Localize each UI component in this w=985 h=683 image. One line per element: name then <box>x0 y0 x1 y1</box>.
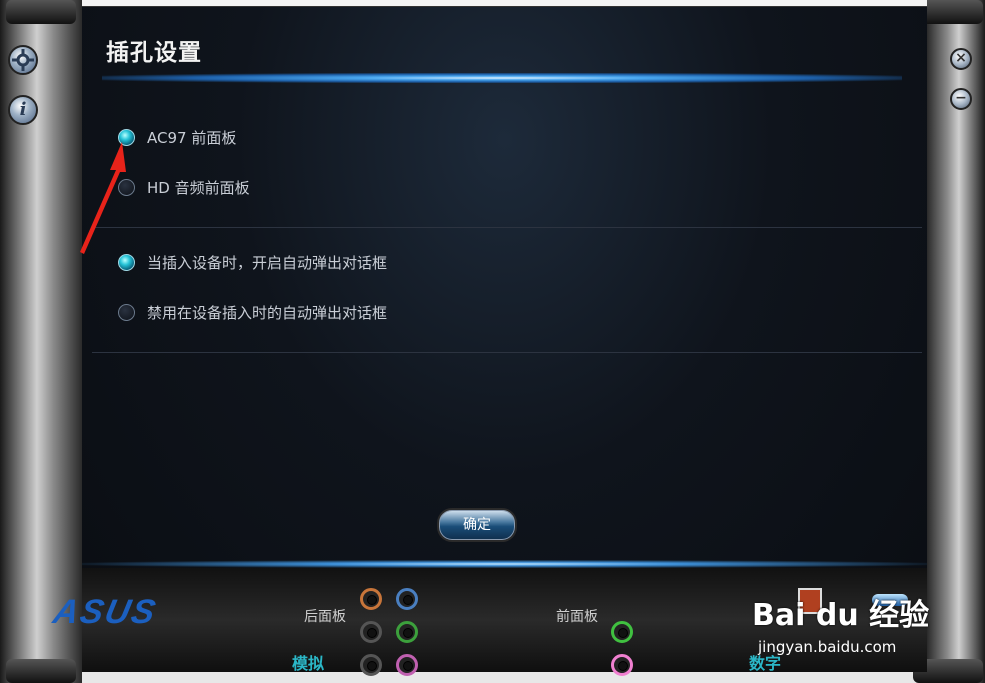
radio-label-hd-audio: HD 音频前面板 <box>147 179 250 197</box>
jack-front-pink[interactable] <box>611 654 633 676</box>
baidu-watermark: Bai du 经验 <box>752 598 930 633</box>
radio-ac97-front-panel[interactable]: AC97 前面板 <box>118 127 236 148</box>
red-arrow-annotation <box>80 142 126 254</box>
jack-rear-green[interactable] <box>396 621 418 643</box>
jack-rear-blue[interactable] <box>396 588 418 610</box>
frame-cap-bottom-left <box>6 659 76 683</box>
jack-rear-gray[interactable] <box>360 654 382 676</box>
ok-button[interactable]: 确定 <box>437 508 517 542</box>
analog-tab[interactable]: 模拟 <box>292 650 324 674</box>
rear-panel-label: 后面板 <box>304 609 346 625</box>
close-icon: × <box>955 50 967 66</box>
jack-rear-orange[interactable] <box>360 588 382 610</box>
settings-button[interactable] <box>8 45 38 75</box>
main-panel: 插孔设置 AC97 前面板 HD 音频前面板 当插入设备时，开启自动弹出对话框 … <box>50 6 927 676</box>
info-button[interactable]: i <box>8 95 38 125</box>
radio-enable-auto-popup[interactable]: 当插入设备时，开启自动弹出对话框 <box>118 252 387 273</box>
radio-hd-audio-front-panel[interactable]: HD 音频前面板 <box>118 177 250 198</box>
radio-indicator-unchecked[interactable] <box>118 304 135 321</box>
radio-label-enable-popup: 当插入设备时，开启自动弹出对话框 <box>147 254 388 272</box>
gear-icon <box>12 49 34 71</box>
minimize-icon: − <box>955 90 967 106</box>
jack-front-green[interactable] <box>611 621 633 643</box>
radio-label-ac97: AC97 前面板 <box>147 129 237 147</box>
front-panel-label: 前面板 <box>556 609 598 625</box>
baidu-watermark-url: jingyan.baidu.com <box>758 638 897 656</box>
window-title: 插孔设置 <box>106 40 202 66</box>
minimize-button[interactable]: − <box>950 88 972 110</box>
section-divider <box>92 227 922 228</box>
section-divider <box>92 352 922 353</box>
radio-label-disable-popup: 禁用在设备插入时的自动弹出对话框 <box>147 304 388 322</box>
jack-rear-pink[interactable] <box>396 654 418 676</box>
bottom-glow-bar <box>82 560 927 568</box>
info-icon: i <box>19 99 27 120</box>
jack-rear-black[interactable] <box>360 621 382 643</box>
radio-disable-auto-popup[interactable]: 禁用在设备插入时的自动弹出对话框 <box>118 302 387 323</box>
app-window: i × − 插孔设置 AC97 前面板 HD 音频前面板 当插入设备时，开启自动… <box>0 0 985 683</box>
asus-logo: ASUS <box>50 593 161 631</box>
title-glow-bar <box>102 73 902 83</box>
close-button[interactable]: × <box>950 48 972 70</box>
frame-cap-top-left <box>6 0 76 24</box>
